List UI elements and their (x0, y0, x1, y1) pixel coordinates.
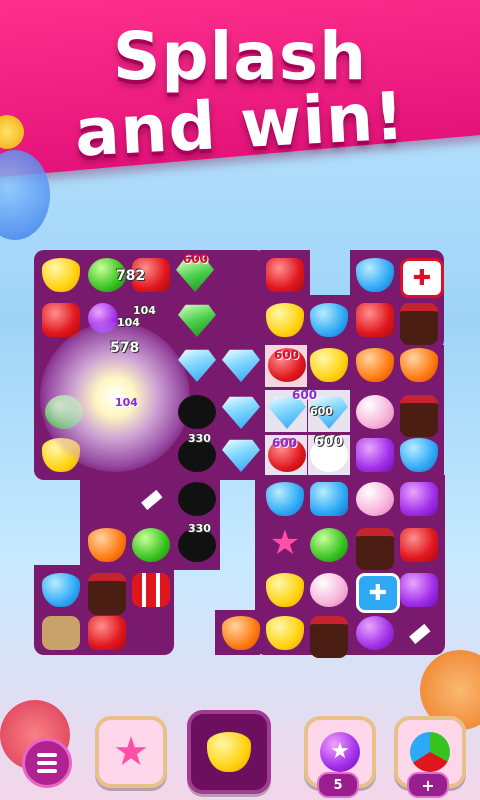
striped-red-candy[interactable] (132, 573, 170, 607)
ink-splat (178, 482, 216, 516)
purple-candy[interactable] (356, 438, 394, 472)
bomb-count-badge: 5 (317, 772, 359, 798)
score-popup: 330 (188, 522, 211, 535)
chocolate-cake[interactable] (88, 573, 126, 615)
purple-candy[interactable] (400, 573, 438, 607)
bomb-icon: ★ (320, 732, 360, 772)
menu-icon (37, 761, 57, 765)
score-popup: 782 (116, 268, 146, 284)
score-popup: 600 (314, 434, 344, 450)
gift-box[interactable]: ✚ (356, 573, 400, 613)
menu-icon (37, 769, 57, 773)
score-popup: 578 (110, 340, 140, 356)
purple-candy[interactable] (400, 482, 438, 516)
gift-ribbon-icon: ✚ (412, 265, 432, 291)
red-candy[interactable] (266, 258, 304, 292)
red-candy[interactable] (400, 528, 438, 562)
pink-candy[interactable] (356, 395, 394, 429)
chocolate-cake[interactable] (356, 528, 394, 570)
rainbow-star[interactable]: ★ (266, 523, 304, 563)
chocolate-cake[interactable] (400, 303, 438, 345)
add-booster-badge[interactable]: + (407, 772, 449, 798)
score-popup: 600 (272, 436, 298, 450)
rainbow-star-icon: ★ (113, 729, 149, 775)
score-popup: 600 (183, 252, 209, 266)
color-splash-icon (410, 732, 450, 772)
red-candy[interactable] (42, 303, 80, 337)
yellow-gem-icon (207, 732, 251, 772)
blue-candy[interactable] (310, 482, 348, 516)
selected-candy-booster[interactable] (187, 710, 271, 794)
score-popup: 600 (310, 405, 333, 418)
gift-ribbon-icon: ✚ (368, 580, 388, 606)
pink-candy[interactable] (356, 482, 394, 516)
score-popup: 330 (188, 432, 211, 445)
gift-box[interactable]: ✚ (400, 258, 444, 298)
red-candy[interactable] (88, 616, 126, 650)
menu-icon (37, 753, 57, 757)
game-board: ✚ ▬ ★ ✚ ▬ 782 104 104 578 104 600 600 60… (0, 0, 480, 800)
score-popup: 600 (292, 388, 318, 402)
score-popup: 104 (117, 316, 140, 329)
chocolate-cake[interactable] (310, 616, 348, 658)
ink-splat (178, 395, 216, 429)
pink-candy[interactable] (310, 573, 348, 607)
menu-button[interactable] (22, 738, 72, 788)
chocolate-cake[interactable] (400, 395, 438, 437)
score-popup: 104 (115, 396, 138, 409)
rainbow-star-booster[interactable]: ★ (95, 716, 167, 788)
green-candy[interactable] (132, 528, 170, 562)
score-popup: 600 (274, 348, 300, 362)
purple-candy[interactable] (356, 616, 394, 650)
red-candy[interactable] (356, 303, 394, 337)
green-candy[interactable] (310, 528, 348, 562)
bottle-crate[interactable] (42, 616, 80, 650)
